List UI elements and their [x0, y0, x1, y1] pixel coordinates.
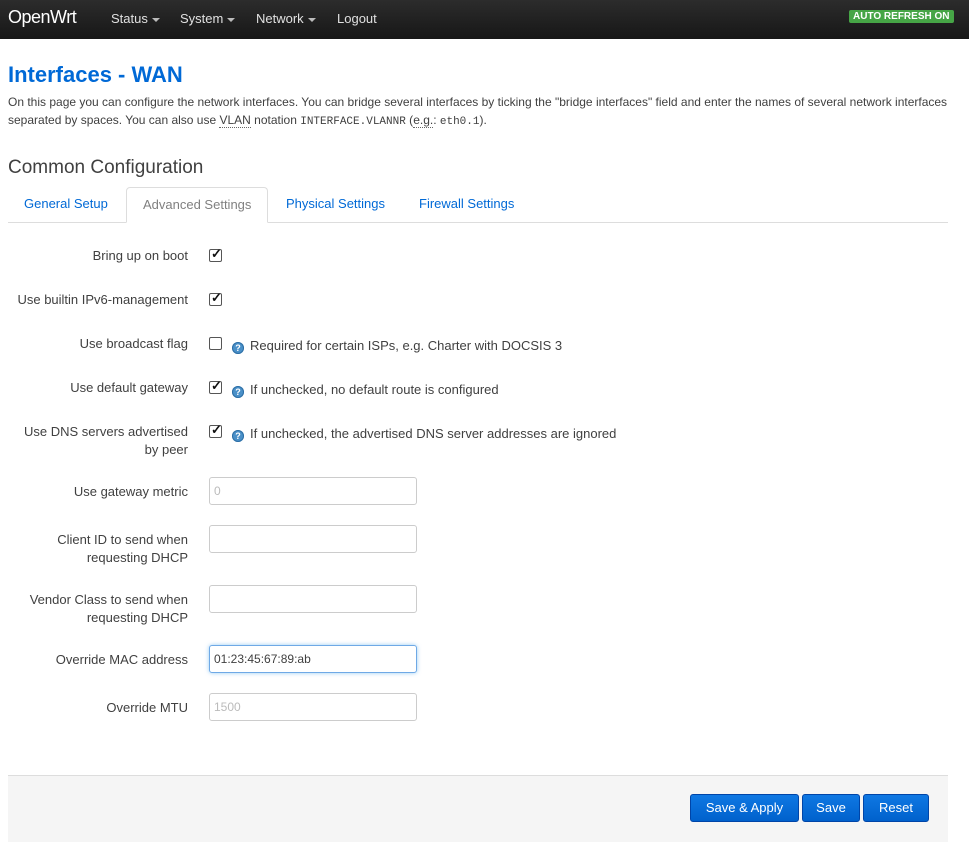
save-button[interactable]: Save — [802, 794, 860, 822]
eg-abbr: e.g. — [413, 113, 434, 128]
auto-refresh-toggle[interactable]: AUTO REFRESH ON — [849, 10, 954, 23]
default-gateway-help-text: If unchecked, no default route is config… — [250, 382, 499, 397]
peer-dns-help-text: If unchecked, the advertised DNS server … — [250, 426, 617, 441]
tab-advanced-settings[interactable]: Advanced Settings — [126, 187, 269, 223]
peer-dns-label: Use DNS servers advertised by peer — [24, 423, 188, 459]
client-id-label-line1: Client ID to send when — [57, 532, 188, 547]
section-title: Common Configuration — [8, 157, 204, 178]
nav-status-menu[interactable]: Status — [111, 11, 160, 26]
desc-text-5: ). — [479, 113, 487, 127]
checkmark-icon: ✓ — [211, 290, 222, 305]
client-id-label-line2: requesting DHCP — [86, 550, 188, 565]
brand-logo[interactable]: OpenWrt — [8, 7, 77, 28]
desc-text-2: notation — [250, 113, 301, 127]
bring-up-on-boot-checkbox[interactable]: ✓ — [209, 246, 222, 262]
peer-dns-label-line2: by peer — [144, 442, 188, 457]
checkmark-icon: ✓ — [211, 378, 222, 393]
tab-general-setup[interactable]: General Setup — [8, 187, 124, 221]
client-id-input[interactable] — [209, 525, 417, 553]
page-description: On this page you can configure the netwo… — [8, 93, 958, 131]
vendor-class-label-line2: requesting DHCP — [86, 610, 188, 625]
vendor-class-label-line1: Vendor Class to send when — [29, 592, 188, 607]
nav-logout-link[interactable]: Logout — [337, 11, 377, 26]
reset-button[interactable]: Reset — [863, 794, 929, 822]
peer-dns-label-line1: Use DNS servers advertised — [24, 424, 188, 439]
nav-network-label: Network — [256, 11, 304, 26]
help-icon: ? — [232, 430, 244, 442]
mac-address-input[interactable] — [209, 645, 417, 673]
client-id-label: Client ID to send when requesting DHCP — [57, 531, 188, 567]
checkmark-icon: ✓ — [211, 422, 222, 437]
page-title: Interfaces - WAN — [8, 62, 183, 87]
ipv6-management-checkbox[interactable]: ✓ — [209, 290, 222, 306]
tab-firewall-settings[interactable]: Firewall Settings — [403, 187, 530, 221]
notation-code: INTERFACE.VLANNR — [300, 116, 406, 128]
checkmark-icon: ✓ — [211, 246, 222, 261]
default-gateway-checkbox[interactable]: ✓ — [209, 378, 222, 394]
desc-text-4: : — [433, 113, 440, 127]
bring-up-on-boot-label: Bring up on boot — [92, 248, 188, 263]
mtu-label: Override MTU — [106, 700, 188, 715]
vendor-class-input[interactable] — [209, 585, 417, 613]
top-navbar: OpenWrt Status System Network Logout AUT… — [0, 0, 969, 39]
broadcast-flag-checkbox[interactable] — [209, 337, 222, 350]
chevron-down-icon — [151, 17, 160, 22]
chevron-down-icon — [307, 17, 316, 22]
settings-tabs: General Setup Advanced Settings Physical… — [8, 187, 948, 223]
mtu-input[interactable] — [209, 693, 417, 721]
nav-network-menu[interactable]: Network — [256, 11, 316, 26]
nav-logout-label: Logout — [337, 11, 377, 26]
nav-status-label: Status — [111, 11, 148, 26]
nav-system-label: System — [180, 11, 224, 26]
broadcast-flag-label: Use broadcast flag — [79, 336, 188, 351]
save-apply-button[interactable]: Save & Apply — [690, 794, 799, 822]
peer-dns-help: ? If unchecked, the advertised DNS server… — [232, 427, 616, 442]
peer-dns-checkbox[interactable]: ✓ — [209, 422, 222, 438]
default-gateway-label: Use default gateway — [70, 380, 188, 395]
mac-address-label: Override MAC address — [55, 652, 188, 667]
broadcast-flag-help-text: Required for certain ISPs, e.g. Charter … — [250, 338, 563, 353]
nav-system-menu[interactable]: System — [180, 11, 236, 26]
form-actions-bar: Save & Apply Save Reset — [8, 775, 948, 842]
default-gateway-help: ? If unchecked, no default route is confi… — [232, 383, 499, 398]
vendor-class-label: Vendor Class to send when requesting DHCP — [30, 591, 188, 627]
broadcast-flag-help: ? Required for certain ISPs, e.g. Charter… — [232, 339, 562, 354]
ipv6-management-label: Use builtin IPv6-management — [17, 292, 188, 307]
chevron-down-icon — [227, 17, 236, 22]
help-icon: ? — [232, 342, 244, 354]
example-code: eth0.1 — [439, 116, 480, 128]
tab-physical-settings[interactable]: Physical Settings — [270, 187, 401, 221]
vlan-abbr: VLAN — [219, 113, 251, 128]
gateway-metric-label: Use gateway metric — [73, 484, 188, 499]
help-icon: ? — [232, 386, 244, 398]
gateway-metric-input[interactable] — [209, 477, 417, 505]
